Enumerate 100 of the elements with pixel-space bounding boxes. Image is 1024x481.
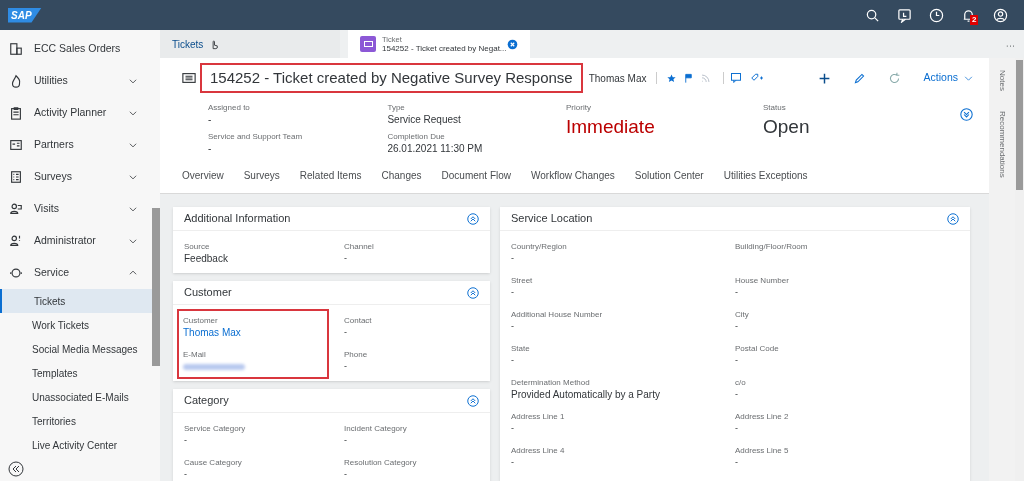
sidebar-item[interactable]: Administrator: [0, 225, 152, 257]
ticket-icon: [360, 36, 376, 52]
sidebar-item[interactable]: Visits: [0, 193, 152, 225]
field-value: -: [735, 422, 739, 435]
field-label: Additional House Number: [511, 309, 604, 320]
field-value: -: [511, 320, 515, 333]
card-title: Service Location: [511, 211, 593, 227]
sidebar-subitem[interactable]: Territories: [0, 409, 152, 433]
page-title: 154252 - Ticket created by Negative Survey Response: [200, 62, 583, 94]
star-icon[interactable]: [665, 72, 677, 84]
scrollbar[interactable]: [1016, 60, 1023, 190]
field-value: 26.01.2021 11:30 PM: [387, 143, 484, 155]
field-label: City: [735, 309, 750, 320]
menu-item-icon: [9, 74, 23, 88]
sidebar-subitem[interactable]: Live Activity Center: [0, 433, 152, 457]
field-label: Building/Floor/Room: [735, 241, 809, 252]
sidebar-item[interactable]: Utilities: [0, 65, 152, 97]
section-link[interactable]: Document Flow: [441, 168, 511, 183]
clock-icon[interactable]: [928, 7, 944, 23]
field-value: Provided Automatically by a Party: [511, 388, 661, 401]
field-value: -: [344, 252, 348, 265]
section-link[interactable]: Changes: [381, 168, 422, 183]
sidebar-item[interactable]: ECC Sales Orders: [0, 33, 152, 65]
edit-icon[interactable]: [852, 71, 866, 85]
user-icon[interactable]: [992, 7, 1008, 23]
sidebar-subitem[interactable]: Tickets: [0, 289, 152, 313]
field-value: -: [208, 143, 213, 155]
logo[interactable]: SAP: [8, 7, 42, 23]
field-label: Address Line 2: [735, 411, 790, 422]
menu-item-icon: [9, 202, 23, 216]
field-label: Phone: [344, 349, 369, 360]
field-value: -: [511, 456, 515, 469]
section-link[interactable]: Solution Center: [634, 168, 704, 183]
ticket-icon: [182, 71, 196, 85]
customer-link[interactable]: Thomas Max: [183, 326, 323, 339]
field-label: Address Line 1: [511, 411, 566, 422]
field-label: c/o: [735, 377, 747, 388]
menu-item-icon: [9, 266, 23, 280]
tab[interactable]: Tickets: [160, 30, 340, 58]
side-panel-tab[interactable]: Notes: [996, 70, 1008, 91]
search-icon[interactable]: [864, 7, 880, 23]
menu-item-icon: [9, 170, 23, 184]
field-value: -: [344, 434, 348, 447]
card-title: Customer: [184, 285, 232, 301]
field-value: -: [511, 422, 515, 435]
scrollbar[interactable]: [152, 208, 160, 366]
section-link[interactable]: Overview: [182, 168, 224, 183]
expand-icon[interactable]: [960, 108, 973, 121]
field-label: Determination Method: [511, 377, 591, 388]
field-value: -: [184, 468, 188, 481]
sidebar-item[interactable]: Partners: [0, 129, 152, 161]
card-title: Additional Information: [184, 211, 291, 227]
sidebar-subitem[interactable]: Templates: [0, 361, 152, 385]
side-panel-tab[interactable]: Recommendations: [996, 110, 1008, 178]
field-value: -: [735, 286, 739, 299]
field-value: -: [735, 388, 739, 401]
field-label: Postal Code: [735, 343, 780, 354]
sidebar-subitem[interactable]: Social Media Messages: [0, 337, 152, 361]
sidebar-item[interactable]: Service: [0, 257, 152, 289]
field-label: Status: [763, 102, 787, 114]
notification-badge: 2: [970, 14, 979, 25]
actions-button[interactable]: Actions: [923, 70, 973, 86]
flag-icon[interactable]: [682, 72, 694, 84]
field-label: Completion Due: [387, 131, 446, 143]
field-value: -: [344, 468, 348, 481]
field-value: -: [344, 326, 348, 339]
sidebar-subitem[interactable]: Unassociated E-Mails: [0, 385, 152, 409]
menu-item-icon: [9, 234, 23, 248]
field-label: Country/Region: [511, 241, 568, 252]
field-value: Open: [763, 115, 811, 139]
refresh-icon[interactable]: [887, 71, 901, 85]
field-label: Address Line 4: [511, 445, 566, 456]
field-label: Assigned to: [208, 102, 251, 114]
field-value: Service Request: [387, 114, 462, 126]
field-label: Cause Category: [184, 457, 243, 468]
field-value: -: [344, 360, 348, 373]
sidebar-subitem[interactable]: Work Tickets: [0, 313, 152, 337]
field-label: Service Category: [184, 423, 247, 434]
field-label: Customer: [183, 315, 219, 326]
add-icon[interactable]: [817, 71, 831, 85]
field-label: Service and Support Team: [208, 131, 304, 143]
section-link[interactable]: Related Items: [299, 168, 362, 183]
field-label: Resolution Category: [344, 457, 418, 468]
feedback-icon[interactable]: [896, 7, 912, 23]
section-link[interactable]: Utilities Exceptions: [723, 168, 808, 183]
field-value: -: [208, 114, 213, 126]
menu-item-icon: [9, 42, 23, 56]
section-link[interactable]: Workflow Changes: [531, 168, 615, 183]
collapse-icon[interactable]: [8, 461, 24, 477]
close-icon[interactable]: [507, 38, 518, 50]
field-label: Source: [184, 241, 211, 252]
field-label: E-Mail: [183, 349, 207, 360]
sidebar-item[interactable]: Surveys: [0, 161, 152, 193]
field-value: -: [511, 286, 515, 299]
sidebar-item[interactable]: Activity Planner: [0, 97, 152, 129]
comment-icon[interactable]: [729, 72, 742, 84]
field-label: State: [511, 343, 531, 354]
section-link[interactable]: Surveys: [243, 168, 280, 183]
field-value: -: [735, 456, 739, 469]
blurred-value: [183, 364, 245, 370]
